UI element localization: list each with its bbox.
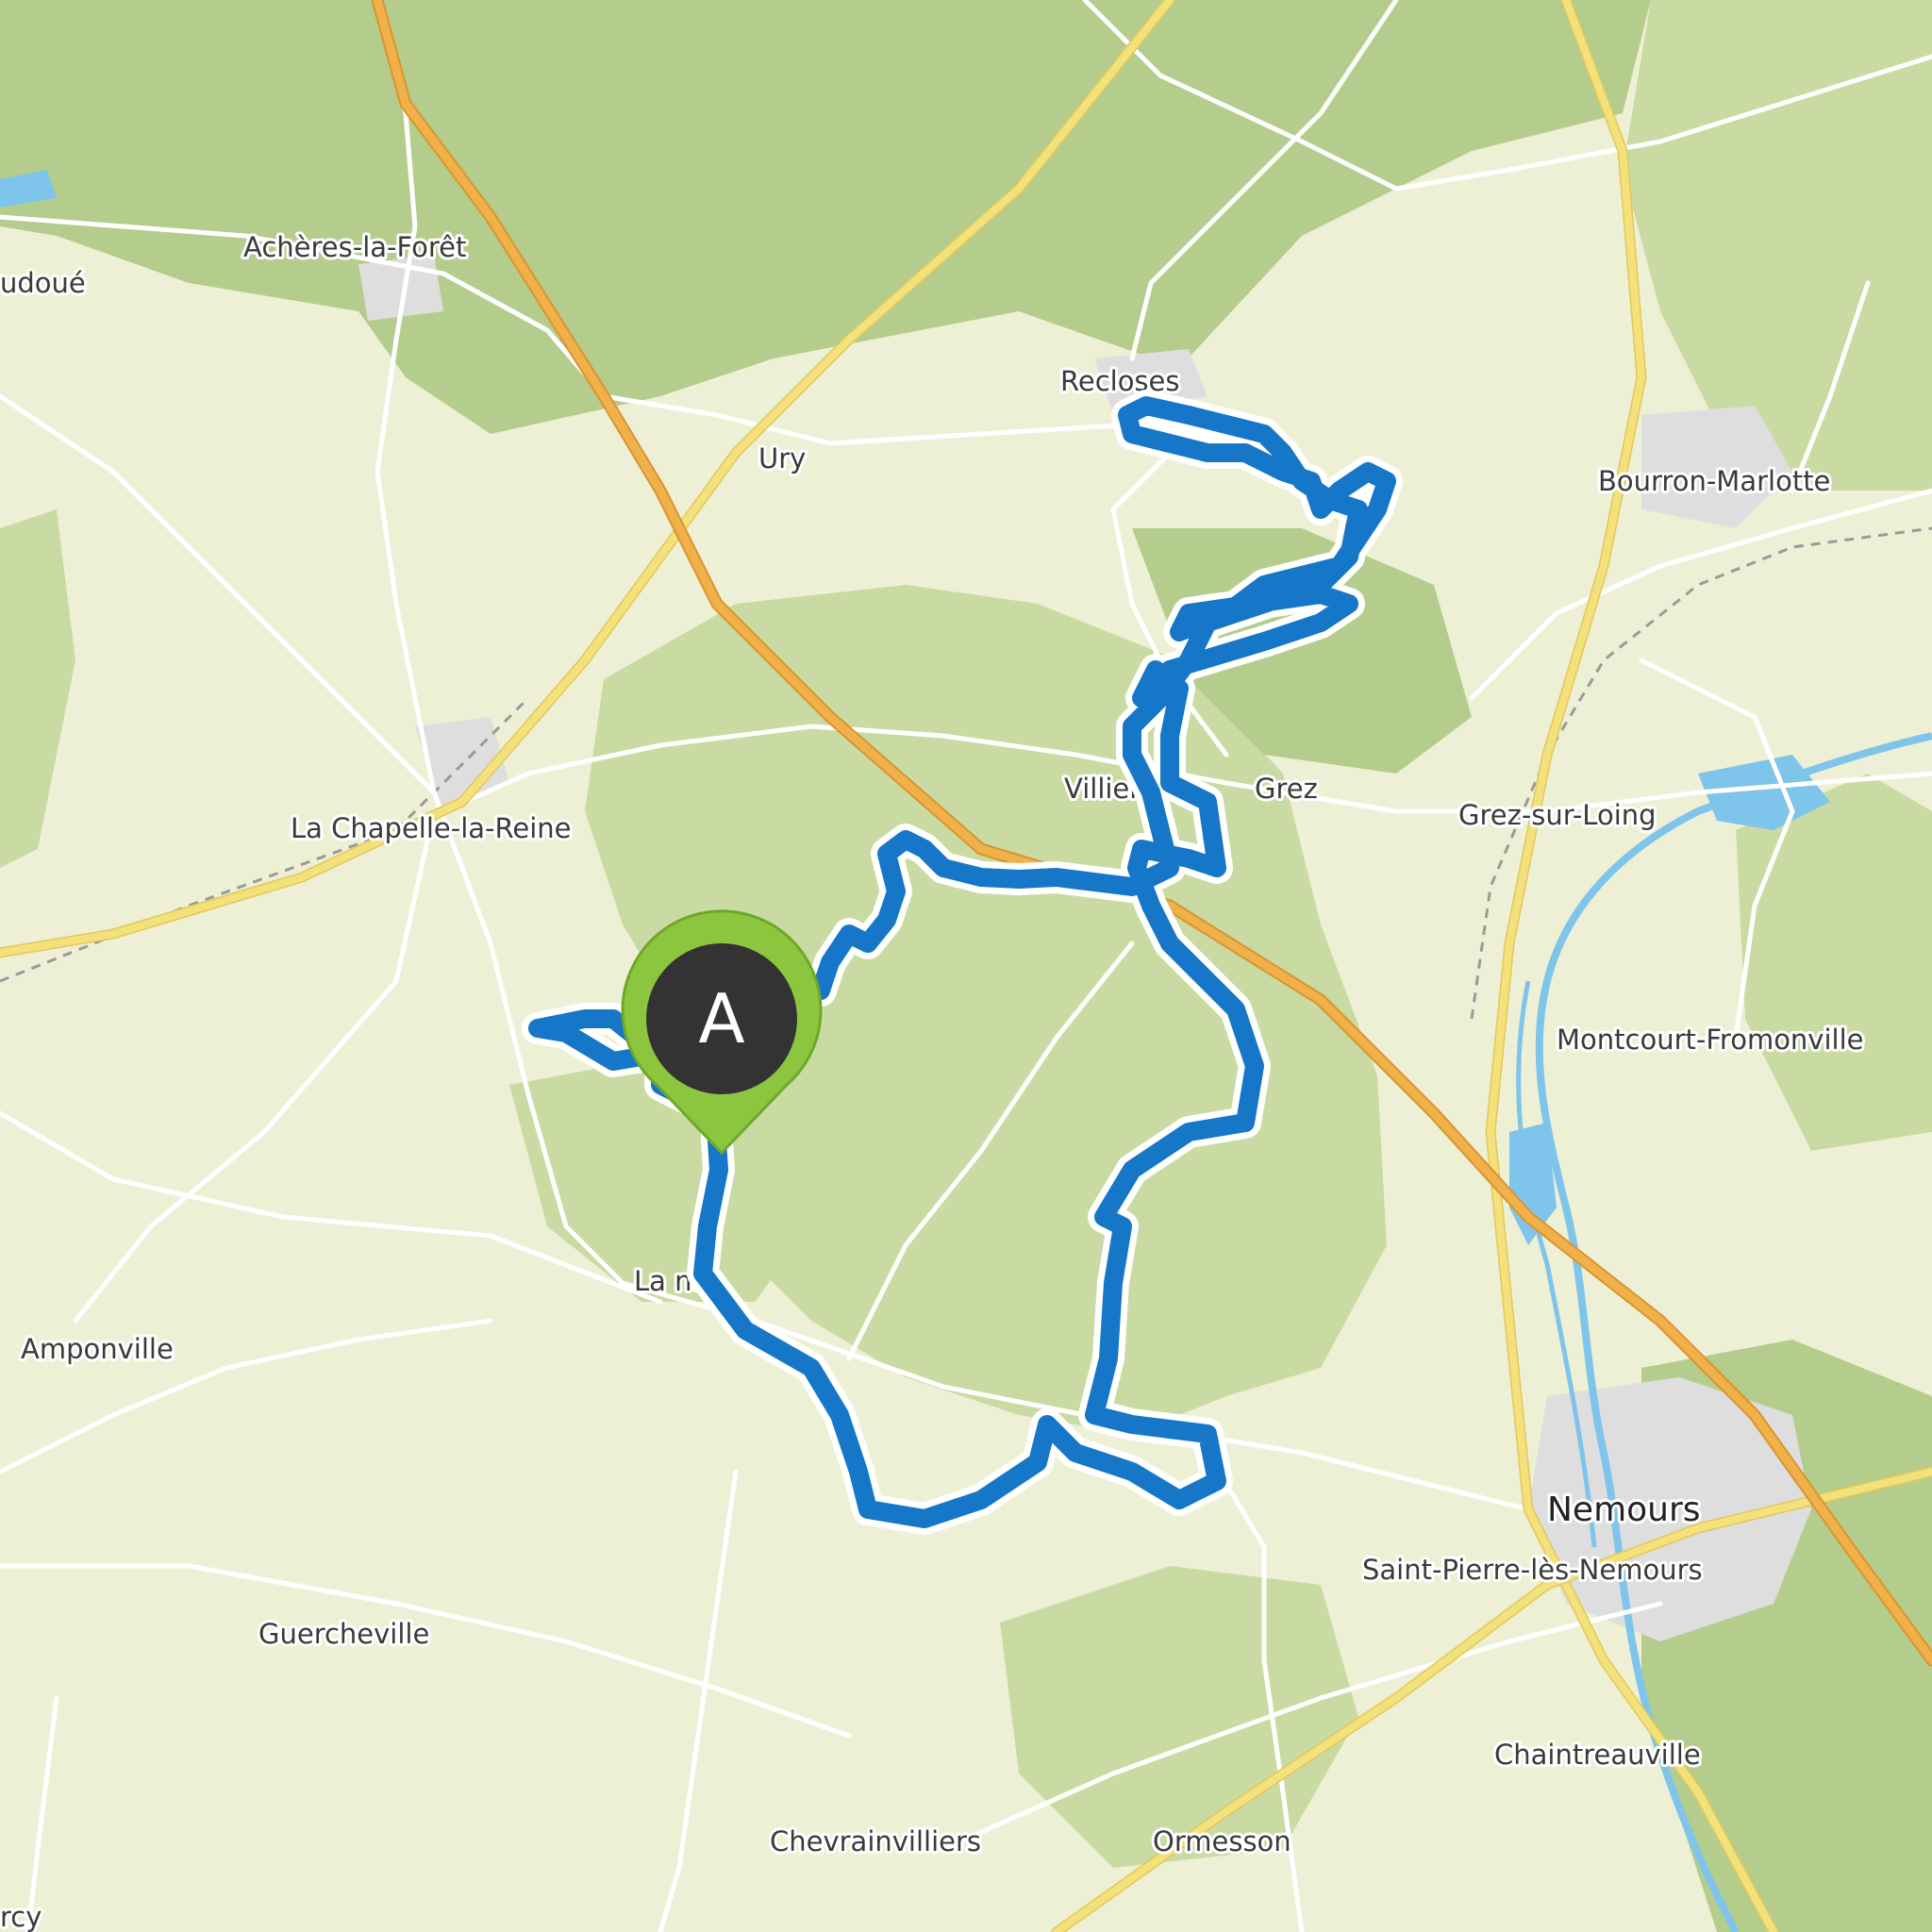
place-label-nemours: Nemours — [1547, 1491, 1701, 1529]
map-canvas[interactable]: Achères-la-Forêt udoué Recloses Ury Bour… — [0, 0, 1932, 1932]
place-label-amponville: Amponville — [21, 1333, 174, 1365]
place-label-bourron: Bourron-Marlotte — [1598, 465, 1830, 497]
place-label-chevrainvilliers: Chevrainvilliers — [770, 1825, 981, 1857]
place-label-guercheville: Guercheville — [258, 1618, 429, 1650]
place-label-arcy: rcy — [0, 1901, 42, 1932]
place-label-grezloing: Grez-sur-Loing — [1458, 799, 1657, 831]
place-label-chaintreauville: Chaintreauville — [1494, 1739, 1701, 1771]
place-label-ury: Ury — [758, 442, 806, 475]
place-label-montcourt: Montcourt-Fromonville — [1557, 1024, 1864, 1056]
place-label-grez: Grez — [1255, 773, 1318, 805]
place-label-audoue: udoué — [0, 267, 86, 299]
place-label-acheres: Achères-la-Forêt — [243, 231, 466, 263]
place-label-stpierre: Saint-Pierre-lès-Nemours — [1362, 1554, 1703, 1586]
place-label-recloses: Recloses — [1060, 365, 1180, 397]
marker-label: A — [698, 979, 744, 1058]
place-label-chapelle: La Chapelle-la-Reine — [291, 812, 571, 844]
place-label-ormesson: Ormesson — [1153, 1825, 1291, 1857]
